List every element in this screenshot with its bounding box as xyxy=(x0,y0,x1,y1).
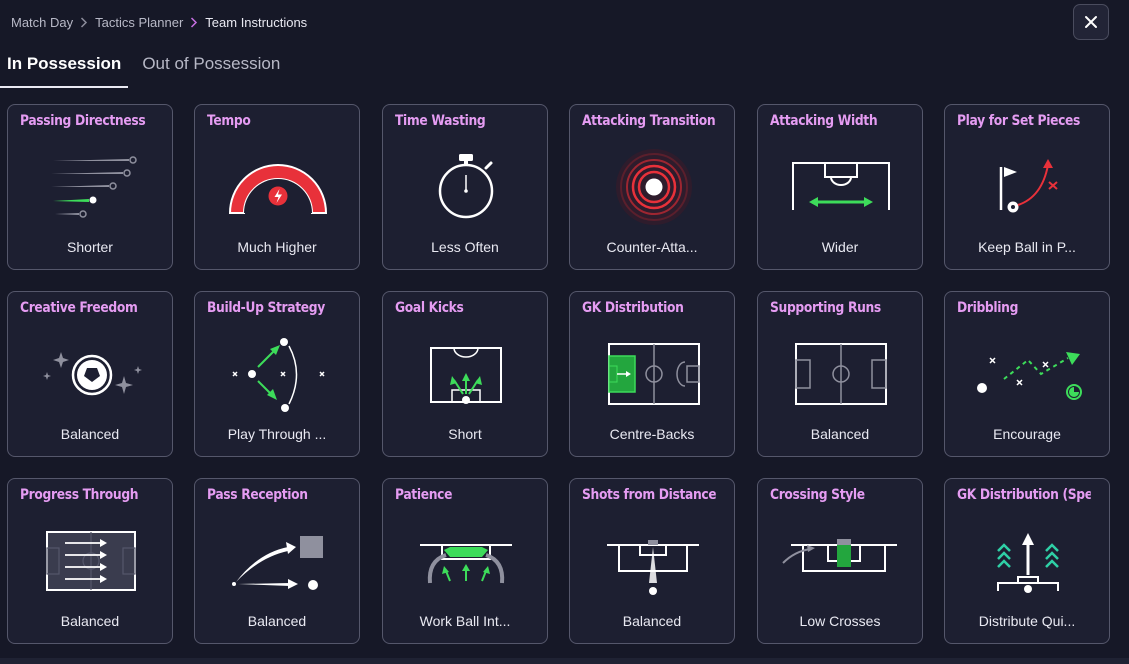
card-attacking-transition[interactable]: Attacking Transition Counter-Atta... xyxy=(569,104,735,270)
card-play-for-set-pieces[interactable]: Play for Set Pieces Keep Ball in P... xyxy=(944,104,1110,270)
card-patience[interactable]: Patience Work Ball Int... xyxy=(382,478,548,644)
card-title: GK Distribution (Speed xyxy=(957,487,1091,503)
card-creative-freedom[interactable]: Creative Freedom Balanced xyxy=(7,291,173,457)
supporting-runs-icon xyxy=(795,343,887,405)
card-title: Patience xyxy=(395,487,453,503)
card-value: Balanced xyxy=(247,613,307,629)
stopwatch-icon xyxy=(438,154,494,219)
set-pieces-icon xyxy=(999,159,1058,213)
card-supporting-runs[interactable]: Supporting Runs Balanced xyxy=(757,291,923,457)
card-title: Time Wasting xyxy=(395,113,486,129)
bottom-strip xyxy=(0,658,1129,664)
card-value: Short xyxy=(448,426,482,442)
card-value: Centre-Backs xyxy=(609,426,695,442)
pass-reception-icon xyxy=(232,536,323,590)
passing-directness-icon xyxy=(51,156,137,218)
card-title: Shots from Distance xyxy=(582,487,716,503)
attacking-width-icon xyxy=(792,162,890,210)
instruction-grid: Passing Directness Shorter Tempo Much Hi… xyxy=(0,0,1129,664)
shots-distance-icon xyxy=(607,540,699,595)
gk-distribution-icon xyxy=(608,343,700,405)
card-title: Supporting Runs xyxy=(770,300,881,316)
card-value: Wider xyxy=(821,239,859,255)
card-title: Play for Set Pieces xyxy=(957,113,1081,129)
card-title: Pass Reception xyxy=(207,487,308,503)
card-value: Counter-Atta... xyxy=(606,239,698,255)
crossing-style-icon xyxy=(782,539,897,572)
card-attacking-width[interactable]: Attacking Width Wider xyxy=(757,104,923,270)
card-value: Balanced xyxy=(60,613,120,629)
card-value: Encourage xyxy=(993,426,1061,442)
card-crossing-style[interactable]: Crossing Style Low Crosses xyxy=(757,478,923,644)
card-progress-through[interactable]: Progress Through Balanced xyxy=(7,478,173,644)
card-title: Passing Directness xyxy=(20,113,146,129)
tempo-gauge-icon xyxy=(228,164,328,214)
card-goal-kicks[interactable]: Goal Kicks Short xyxy=(382,291,548,457)
card-value: Work Ball Int... xyxy=(419,613,511,629)
card-title: Attacking Transition xyxy=(582,113,716,129)
card-value: Keep Ball in P... xyxy=(978,239,1076,255)
card-value: Shorter xyxy=(67,239,113,255)
goal-kicks-icon xyxy=(430,347,502,404)
card-title: Tempo xyxy=(207,113,251,129)
card-title: Dribbling xyxy=(957,300,1019,316)
build-up-icon xyxy=(232,338,325,412)
card-value: Low Crosses xyxy=(799,613,881,629)
card-title: Goal Kicks xyxy=(395,300,464,316)
progress-through-icon xyxy=(46,531,136,591)
dribbling-icon xyxy=(977,352,1082,400)
gk-speed-icon xyxy=(997,533,1059,593)
card-gk-distribution[interactable]: GK Distribution Centre-Backs xyxy=(569,291,735,457)
card-time-wasting[interactable]: Time Wasting Less Often xyxy=(382,104,548,270)
creative-freedom-icon xyxy=(43,352,142,396)
card-title: Attacking Width xyxy=(770,113,878,129)
card-value: Play Through ... xyxy=(227,426,327,442)
counter-attack-icon xyxy=(616,149,692,225)
patience-icon xyxy=(420,544,512,584)
card-title: Progress Through xyxy=(20,487,139,503)
card-title: Crossing Style xyxy=(770,487,865,503)
card-value: Distribute Qui... xyxy=(978,613,1076,629)
card-value: Balanced xyxy=(622,613,682,629)
card-gk-distribution-speed[interactable]: GK Distribution (Speed Distribute Qui... xyxy=(944,478,1110,644)
card-value: Balanced xyxy=(810,426,870,442)
card-shots-from-distance[interactable]: Shots from Distance Balanced xyxy=(569,478,735,644)
card-title: Build-Up Strategy xyxy=(207,300,325,316)
card-value: Much Higher xyxy=(237,239,317,255)
card-title: Creative Freedom xyxy=(20,300,138,316)
card-value: Balanced xyxy=(60,426,120,442)
card-title: GK Distribution xyxy=(582,300,684,316)
card-dribbling[interactable]: Dribbling Encourage xyxy=(944,291,1110,457)
card-pass-reception[interactable]: Pass Reception Balanced xyxy=(194,478,360,644)
card-value: Less Often xyxy=(431,239,499,255)
card-build-up-strategy[interactable]: Build-Up Strategy Play Through ... xyxy=(194,291,360,457)
card-tempo[interactable]: Tempo Much Higher xyxy=(194,104,360,270)
card-passing-directness[interactable]: Passing Directness Shorter xyxy=(7,104,173,270)
